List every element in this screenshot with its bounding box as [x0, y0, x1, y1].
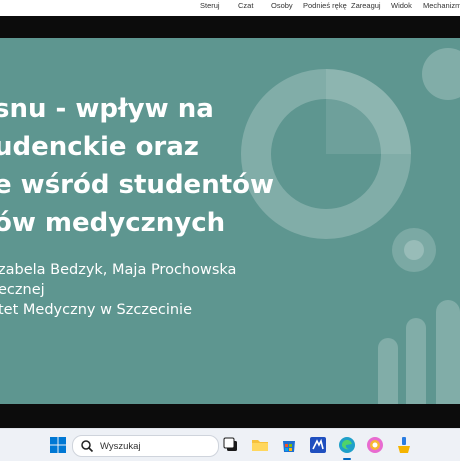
- slide-title: snu - wpływ na udenckie oraz e wśród stu…: [0, 90, 314, 242]
- author-line: tet Medyczny w Szczecinie: [0, 302, 193, 318]
- slide-authors: zabela Bedzyk, Maja Prochowska ecznej te…: [0, 260, 298, 320]
- toolbar-item-podnies-reke[interactable]: Podnieś rękę: [303, 1, 347, 10]
- meeting-toolbar: Steruj Czat Osoby Podnieś rękę Zareaguj …: [0, 0, 460, 16]
- app-icon[interactable]: [309, 436, 327, 454]
- title-line: udenckie oraz: [0, 132, 199, 162]
- title-line: snu - wpływ na: [0, 94, 214, 124]
- task-view-icon[interactable]: [223, 436, 241, 454]
- title-line: ów medycznych: [0, 208, 226, 238]
- small-circle-top: [422, 48, 460, 100]
- deco-bar-1: [378, 338, 398, 404]
- screen-share-border-top: [0, 16, 460, 38]
- toolbar-item-zareaguj[interactable]: Zareaguj: [351, 1, 381, 10]
- taskbar-search[interactable]: Wyszukaj: [72, 435, 219, 457]
- toolbar-item-mechanizmy[interactable]: Mechanizmy: [423, 1, 460, 10]
- toolbar-item-osoby[interactable]: Osoby: [271, 1, 293, 10]
- paint-icon[interactable]: [395, 436, 413, 454]
- deco-bar-2: [406, 318, 426, 404]
- ring-circle-inner: [404, 240, 424, 260]
- title-line: e wśród studentów: [0, 170, 275, 200]
- windows-start-icon[interactable]: [49, 436, 67, 454]
- screen-share-border-bottom: [0, 404, 460, 428]
- donut-segment: [326, 69, 411, 154]
- copilot-icon[interactable]: [366, 436, 384, 454]
- toolbar-item-steruj[interactable]: Steruj: [200, 1, 220, 10]
- toolbar-item-widok[interactable]: Widok: [391, 1, 412, 10]
- edge-icon[interactable]: [338, 436, 356, 454]
- author-line: ecznej: [0, 282, 45, 298]
- deco-bar-3: [436, 300, 460, 404]
- file-explorer-icon[interactable]: [251, 436, 269, 454]
- taskbar: Wyszukaj: [0, 428, 460, 461]
- search-icon: [81, 440, 94, 453]
- search-placeholder: Wyszukaj: [100, 440, 141, 452]
- author-line: zabela Bedzyk, Maja Prochowska: [0, 262, 237, 278]
- store-icon[interactable]: [280, 436, 298, 454]
- toolbar-item-czat[interactable]: Czat: [238, 1, 253, 10]
- shared-slide: snu - wpływ na udenckie oraz e wśród stu…: [0, 38, 460, 404]
